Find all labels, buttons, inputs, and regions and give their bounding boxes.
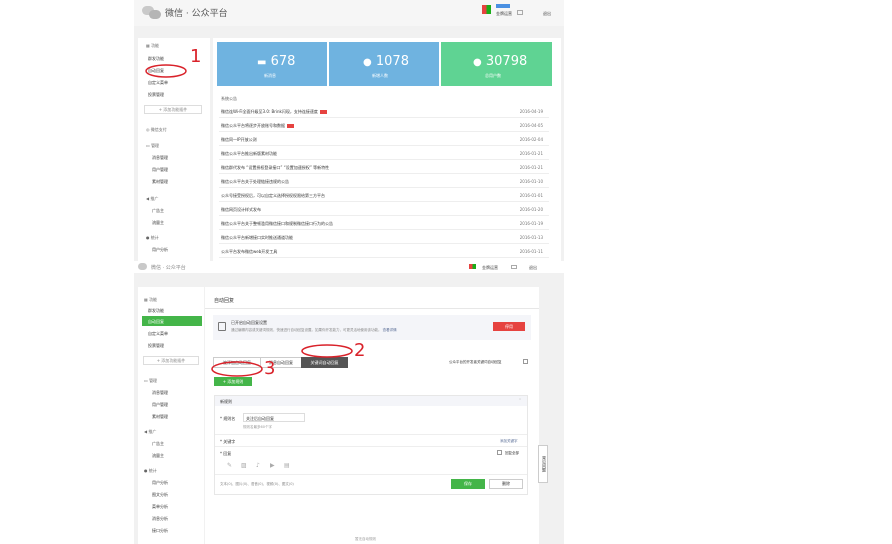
annotation-label-2: 2 (354, 340, 366, 361)
annotation-circle-2 (301, 344, 353, 358)
annotation-label-3: 3 (264, 358, 276, 379)
annotation-label-1: 1 (190, 46, 202, 67)
annotation-circle-1 (145, 64, 187, 78)
annotation-layer (145, 64, 353, 377)
annotation-circle-3 (211, 361, 263, 377)
stage: 微信 · 公众平台 金牌运营 退出 ▦ 功能 群发功能 自动回复 自定义菜单 投… (0, 0, 892, 544)
